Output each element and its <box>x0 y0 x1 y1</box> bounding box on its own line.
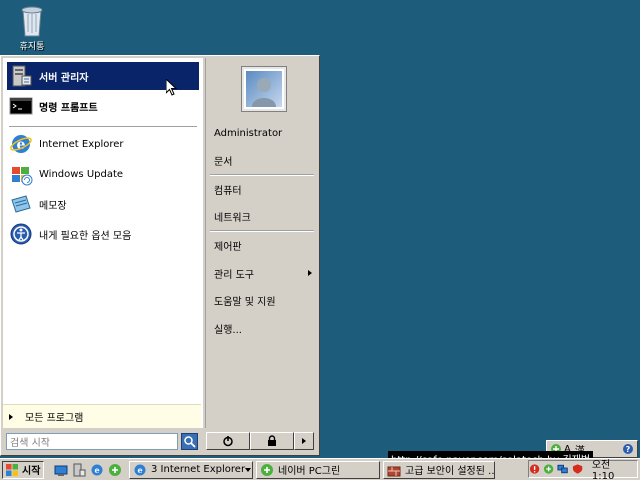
taskbar-clock[interactable]: 오전 1:10 <box>592 456 633 480</box>
chevron-right-icon <box>308 270 312 276</box>
accessibility-icon <box>9 222 33 246</box>
taskbar-button-ie-group[interactable]: e 3 Internet Explorer <box>129 460 253 479</box>
windows-logo-icon <box>6 463 18 476</box>
command-prompt-icon <box>9 94 33 118</box>
start-item-windows-update[interactable]: Windows Update <box>7 160 199 188</box>
places-item-admin-tools[interactable]: 관리 도구 <box>214 264 314 282</box>
start-menu-programs-pane: 서버 관리자 명령 프롬프트 e Internet Explorer Windo… <box>3 58 203 428</box>
start-item-label: Windows Update <box>39 168 124 180</box>
places-separator <box>210 174 314 176</box>
svg-text:e: e <box>94 465 99 475</box>
security-icon <box>387 466 401 476</box>
start-menu: 서버 관리자 명령 프롬프트 e Internet Explorer Windo… <box>0 55 320 456</box>
recycle-bin-desktop-icon[interactable]: 휴지통 <box>10 2 54 52</box>
places-item-label: 관리 도구 <box>214 269 254 281</box>
svg-text:?: ? <box>626 445 631 454</box>
user-avatar[interactable] <box>241 66 287 112</box>
recycle-bin-icon <box>17 2 47 38</box>
start-item-label: Internet Explorer <box>39 138 124 150</box>
start-item-label: 내게 필요한 옵션 모음 <box>39 230 132 242</box>
quick-launch: e <box>54 461 126 479</box>
taskbar-button-label: 3 Internet Explorer <box>151 464 246 475</box>
search-icon <box>184 435 196 448</box>
start-item-label: 명령 프롬프트 <box>39 102 98 114</box>
places-item-help-support[interactable]: 도움말 및 지원 <box>214 291 314 309</box>
lock-button[interactable] <box>250 432 294 450</box>
power-options-button[interactable] <box>294 432 314 450</box>
user-icon <box>252 78 276 107</box>
chevron-right-icon <box>302 438 306 444</box>
places-separator <box>210 230 314 232</box>
shield-icon[interactable] <box>572 463 583 475</box>
show-desktop-icon[interactable] <box>54 463 68 477</box>
places-item-control-panel[interactable]: 제어판 <box>214 236 314 254</box>
taskbar-button-label: 네이버 PC그린 <box>278 466 341 477</box>
green-plus-icon[interactable] <box>543 463 554 475</box>
start-menu-separator <box>9 126 197 128</box>
internet-explorer-icon: e <box>134 464 146 475</box>
taskbar: 시작 e e 3 Internet Explorer 네이버 PC그린 고급 보… <box>0 458 640 480</box>
start-item-notepad[interactable]: 메모장 <box>7 190 199 218</box>
server-manager-icon[interactable] <box>72 463 86 477</box>
taskbar-button-label: 고급 보안이 설정된 ... <box>405 466 495 477</box>
start-item-accessibility[interactable]: 내게 필요한 옵션 모음 <box>7 220 199 248</box>
power-controls <box>206 432 316 450</box>
green-plus-icon[interactable] <box>108 463 122 477</box>
start-search-row: 검색 시작 <box>3 430 203 452</box>
search-button[interactable] <box>181 432 198 450</box>
help-icon[interactable]: ? <box>622 443 634 455</box>
start-item-label: 서버 관리자 <box>39 72 89 84</box>
internet-explorer-icon[interactable]: e <box>90 463 104 477</box>
start-item-internet-explorer[interactable]: e Internet Explorer <box>7 130 199 158</box>
places-item-network[interactable]: 네트워크 <box>214 207 314 225</box>
start-item-label: 메모장 <box>39 200 67 212</box>
start-search-input[interactable]: 검색 시작 <box>6 432 178 450</box>
power-button[interactable] <box>206 432 250 450</box>
chevron-down-icon <box>245 467 252 472</box>
lock-icon <box>268 435 276 446</box>
notepad-icon <box>9 192 33 216</box>
all-programs-button[interactable]: 모든 프로그램 <box>3 404 201 428</box>
places-item-computer[interactable]: 컴퓨터 <box>214 180 314 198</box>
alert-icon[interactable] <box>529 463 540 475</box>
svg-text:e: e <box>137 465 142 475</box>
places-item-run[interactable]: 실행... <box>214 319 314 337</box>
chevron-right-icon <box>9 413 13 420</box>
windows-update-icon <box>9 162 33 186</box>
start-menu-places-pane: Administrator 문서 컴퓨터 네트워크 제어판 관리 도구 도움말 … <box>205 58 318 428</box>
internet-explorer-icon: e <box>9 132 33 156</box>
green-plus-icon <box>261 463 273 476</box>
server-manager-icon <box>9 64 33 88</box>
network-icon[interactable] <box>557 463 569 475</box>
recycle-bin-label: 휴지통 <box>19 42 45 52</box>
places-item-documents[interactable]: 문서 <box>214 151 314 169</box>
taskbar-button-firewall[interactable]: 고급 보안이 설정된 ... <box>383 460 495 479</box>
all-programs-label: 모든 프로그램 <box>25 413 84 424</box>
places-item-user[interactable]: Administrator <box>214 124 314 142</box>
mouse-cursor-icon <box>165 77 178 97</box>
power-icon <box>223 436 233 447</box>
start-label: 시작 <box>22 466 41 477</box>
taskbar-button-naver-pcgreen[interactable]: 네이버 PC그린 <box>256 460 380 479</box>
start-button[interactable]: 시작 <box>2 460 44 479</box>
system-tray: 오전 1:10 <box>528 460 638 480</box>
